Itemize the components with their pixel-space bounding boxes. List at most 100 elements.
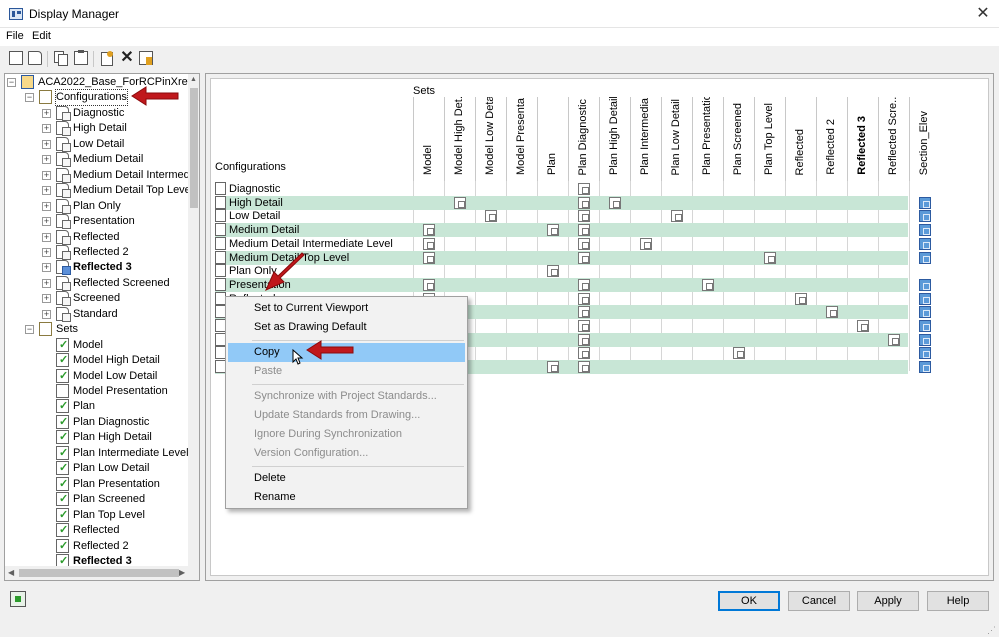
grid-row[interactable]: Plan Only [215, 264, 908, 278]
grid-column-header[interactable]: Reflected 2 [816, 97, 847, 181]
tree-configuration-item[interactable]: + Reflected Screened [5, 275, 187, 291]
display-set-assignment-icon[interactable] [578, 224, 590, 237]
grid-column-header[interactable]: Plan Intermedia... [630, 97, 661, 181]
collapse-icon[interactable]: − [7, 78, 16, 87]
expand-icon[interactable]: + [42, 108, 51, 118]
display-set-assignment-icon[interactable] [919, 320, 931, 332]
display-set-assignment-icon[interactable] [578, 278, 590, 291]
open-folder-icon[interactable] [28, 51, 42, 65]
display-set-assignment-icon[interactable] [919, 251, 931, 264]
grid-column-header[interactable]: Section_Elev [909, 97, 940, 181]
properties-icon[interactable] [139, 51, 153, 65]
display-set-assignment-icon[interactable] [547, 265, 559, 278]
tree-set-item[interactable]: Plan Presentation [5, 476, 187, 492]
display-set-assignment-icon[interactable] [919, 361, 931, 374]
display-set-assignment-icon[interactable] [826, 306, 838, 319]
scroll-thumb[interactable] [190, 88, 198, 208]
grid-column-header[interactable]: Reflected 3 [847, 97, 878, 181]
tree-set-item[interactable]: Model Low Detail [5, 368, 187, 384]
grid-column-header[interactable]: Reflected [785, 97, 816, 181]
expand-icon[interactable]: + [42, 278, 51, 288]
expand-icon[interactable]: + [42, 232, 51, 242]
grid-column-header[interactable]: Plan Screened [723, 97, 754, 181]
drawing-status-icon[interactable] [10, 591, 26, 607]
grid-row[interactable]: Medium Detail [215, 223, 931, 238]
tree-configuration-item[interactable]: + Reflected 3 [5, 260, 187, 276]
display-set-assignment-icon[interactable] [578, 306, 590, 319]
menu-item-delete[interactable]: Delete [228, 469, 465, 488]
display-set-assignment-icon[interactable] [919, 347, 931, 360]
cancel-button[interactable]: Cancel [788, 591, 850, 611]
delete-icon[interactable]: ✕ [120, 50, 134, 66]
display-set-assignment-icon[interactable] [919, 333, 931, 346]
display-set-assignment-icon[interactable] [578, 183, 590, 195]
tree-set-item[interactable]: Model [5, 337, 187, 353]
display-set-assignment-icon[interactable] [578, 292, 590, 305]
tree-configuration-item[interactable]: + Medium Detail Intermediate [5, 167, 199, 183]
display-set-assignment-icon[interactable] [857, 320, 869, 332]
expand-icon[interactable]: + [42, 247, 51, 257]
collapse-icon[interactable]: − [25, 93, 34, 103]
menu-edit[interactable]: Edit [32, 30, 51, 42]
grid-column-header[interactable]: Model Presenta... [506, 97, 537, 181]
grid-row[interactable]: High Detail [215, 195, 931, 210]
display-set-assignment-icon[interactable] [578, 251, 590, 264]
tree-configuration-item[interactable]: + Reflected [5, 229, 187, 245]
new-item-icon[interactable] [100, 51, 114, 66]
display-set-assignment-icon[interactable] [578, 210, 590, 223]
display-set-assignment-icon[interactable] [919, 196, 931, 209]
tree-set-item[interactable]: Reflected [5, 523, 187, 538]
tree-set-item[interactable]: Model Presentation [5, 384, 187, 399]
display-set-assignment-icon[interactable] [671, 210, 683, 223]
menu-file[interactable]: File [6, 30, 24, 42]
display-set-assignment-icon[interactable] [423, 251, 435, 264]
display-set-assignment-icon[interactable] [919, 237, 931, 250]
display-set-assignment-icon[interactable] [578, 361, 590, 374]
display-set-assignment-icon[interactable] [485, 210, 497, 223]
display-set-assignment-icon[interactable] [919, 224, 931, 237]
grid-column-header[interactable]: Reflected Scre... [878, 97, 909, 181]
grid-row[interactable]: Medium Detail Intermediate Level [215, 236, 931, 251]
paste-icon[interactable] [74, 50, 88, 65]
grid-column-header[interactable]: Plan [537, 97, 568, 181]
resize-grip-icon[interactable]: ⋰ [987, 625, 997, 635]
grid-column-header[interactable]: Plan High Detail [599, 97, 630, 181]
expand-icon[interactable]: + [42, 309, 51, 319]
display-set-assignment-icon[interactable] [547, 224, 559, 237]
tree-configuration-item[interactable]: + Standard [5, 306, 187, 322]
display-set-assignment-icon[interactable] [578, 333, 590, 346]
display-set-assignment-icon[interactable] [919, 278, 931, 291]
ok-button[interactable]: OK [718, 591, 780, 611]
display-set-assignment-icon[interactable] [578, 196, 590, 209]
menu-item-rename[interactable]: Rename [228, 488, 465, 507]
tree-set-item[interactable]: Plan Screened [5, 492, 187, 507]
grid-column-header[interactable]: Plan Diagnostic [568, 97, 599, 181]
tree-configuration-item[interactable]: + Medium Detail Top Level [5, 183, 193, 199]
grid-column-header[interactable]: Model High Det... [444, 97, 475, 181]
expand-icon[interactable]: + [42, 263, 51, 273]
tree-configuration-item[interactable]: + Plan Only [5, 198, 187, 214]
tree-configuration-item[interactable]: + Low Detail [5, 136, 187, 152]
help-button[interactable]: Help [927, 591, 989, 611]
expand-icon[interactable]: + [42, 201, 51, 211]
menu-item-set-to-current-viewport[interactable]: Set to Current Viewport [228, 299, 465, 318]
expand-icon[interactable]: + [42, 294, 51, 304]
tree-configuration-item[interactable]: + Medium Detail [5, 152, 187, 168]
display-set-assignment-icon[interactable] [423, 237, 435, 250]
copy-icon[interactable] [54, 51, 68, 66]
tree-set-item[interactable]: Plan Diagnostic [5, 414, 187, 430]
scroll-thumb[interactable] [19, 569, 179, 577]
grid-column-header[interactable]: Model Low Detail [475, 97, 506, 181]
close-icon[interactable]: ✕ [967, 0, 999, 28]
scroll-left-icon[interactable]: ◀ [8, 568, 14, 577]
tree-configuration-item[interactable]: + Presentation [5, 214, 187, 230]
display-set-assignment-icon[interactable] [733, 347, 745, 360]
display-set-assignment-icon[interactable] [795, 292, 807, 305]
expand-icon[interactable]: + [42, 124, 51, 134]
display-set-assignment-icon[interactable] [578, 320, 590, 332]
grid-row[interactable]: Diagnostic [215, 182, 908, 196]
tree-horizontal-scrollbar[interactable]: ◀ ▶ [5, 566, 199, 580]
display-set-assignment-icon[interactable] [578, 237, 590, 250]
display-set-assignment-icon[interactable] [609, 196, 621, 209]
grid-column-header[interactable]: Model [413, 97, 444, 181]
